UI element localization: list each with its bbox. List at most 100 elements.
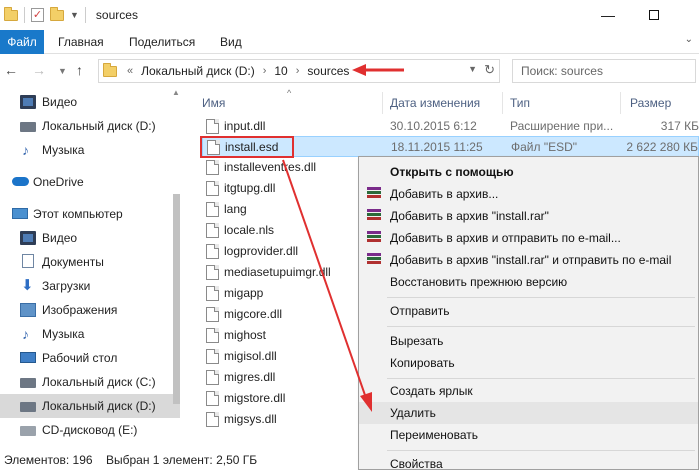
file-name: migcore.dll bbox=[224, 307, 283, 321]
menu-divider bbox=[387, 450, 695, 451]
file-type: Расширение при... bbox=[510, 119, 614, 133]
nav-item-music[interactable]: ♪ Музыка bbox=[0, 322, 180, 346]
nav-item-pictures[interactable]: Изображения bbox=[0, 298, 180, 322]
file-size: 317 КБ bbox=[660, 119, 699, 133]
file-name: input.dll bbox=[224, 119, 266, 133]
breadcrumb-overflow[interactable]: « bbox=[127, 65, 133, 77]
tab-home[interactable]: Главная bbox=[58, 30, 104, 54]
menu-item-install-rar-and-email[interactable]: Добавить в архив "install.rar" и отправи… bbox=[359, 249, 698, 271]
forward-arrow-icon[interactable]: → bbox=[32, 62, 46, 78]
breadcrumb-separator[interactable]: › bbox=[263, 65, 267, 77]
file-icon bbox=[206, 223, 219, 238]
menu-divider bbox=[387, 326, 695, 327]
menu-item-archive-and-email[interactable]: Добавить в архив и отправить по e-mail..… bbox=[359, 227, 698, 249]
nav-item-onedrive[interactable]: OneDrive bbox=[0, 170, 180, 194]
folder-icon[interactable] bbox=[4, 6, 18, 21]
menu-item-create-shortcut[interactable]: Создать ярлык bbox=[359, 380, 698, 402]
address-dropdown-icon[interactable]: ▼ bbox=[468, 64, 477, 74]
divider bbox=[24, 7, 25, 23]
music-icon: ♪ bbox=[22, 326, 29, 342]
music-icon: ♪ bbox=[22, 142, 29, 158]
minimize-icon: — bbox=[601, 7, 615, 23]
tab-view[interactable]: Вид bbox=[220, 30, 242, 54]
nav-item-label: Локальный диск (C:) bbox=[42, 375, 156, 389]
menu-item-open-with[interactable]: Открыть с помощью bbox=[359, 161, 698, 183]
winrar-icon bbox=[367, 253, 381, 267]
file-icon bbox=[206, 181, 219, 196]
file-name: migstore.dll bbox=[224, 391, 286, 405]
annotation-arrow bbox=[352, 64, 404, 76]
expand-ribbon-icon[interactable]: ⌄ bbox=[685, 34, 693, 45]
menu-item-add-to-archive[interactable]: Добавить в архив... bbox=[359, 183, 698, 205]
menu-item-rename[interactable]: Переименовать bbox=[359, 424, 698, 446]
menu-item-label: Добавить в архив... bbox=[390, 187, 499, 201]
navpane-scrollbar-thumb[interactable] bbox=[173, 194, 180, 404]
column-divider[interactable] bbox=[502, 92, 503, 114]
documents-icon bbox=[22, 254, 34, 268]
breadcrumb-10[interactable]: 10 bbox=[274, 64, 287, 78]
recent-locations-icon[interactable]: ▼ bbox=[58, 66, 67, 76]
file-icon bbox=[206, 202, 219, 217]
nav-item-video[interactable]: Видео bbox=[0, 90, 180, 114]
breadcrumb-sources[interactable]: sources bbox=[307, 64, 349, 78]
nav-item-label: Видео bbox=[42, 95, 78, 109]
file-icon bbox=[206, 160, 219, 175]
drive-icon bbox=[20, 402, 36, 412]
breadcrumb-drive-d[interactable]: Локальный диск (D:) bbox=[141, 64, 255, 78]
file-name: itgtupg.dll bbox=[224, 181, 276, 195]
customize-toolbar-icon[interactable]: ▼ bbox=[70, 10, 79, 20]
file-name: logprovider.dll bbox=[224, 244, 299, 258]
nav-item-music[interactable]: ♪ Музыка bbox=[0, 138, 180, 162]
nav-item-video[interactable]: Видео bbox=[0, 226, 180, 250]
column-header-size[interactable]: Размер bbox=[630, 94, 671, 112]
breadcrumb-separator[interactable]: › bbox=[296, 65, 300, 77]
nav-item-desktop[interactable]: Рабочий стол bbox=[0, 346, 180, 370]
menu-item-delete[interactable]: Удалить bbox=[359, 402, 698, 424]
new-folder-icon[interactable] bbox=[50, 6, 64, 21]
drive-icon bbox=[20, 378, 36, 388]
properties-icon[interactable]: ✓ bbox=[31, 8, 44, 22]
search-input[interactable]: Поиск: sources bbox=[512, 59, 696, 83]
nav-item-label: Музыка bbox=[42, 143, 85, 157]
column-divider[interactable] bbox=[382, 92, 383, 114]
menu-item-add-to-install-rar[interactable]: Добавить в архив "install.rar" bbox=[359, 205, 698, 227]
maximize-button[interactable] bbox=[631, 0, 677, 30]
menu-item-send-to[interactable]: Отправить bbox=[359, 300, 698, 322]
nav-item-drive-d[interactable]: Локальный диск (D:) bbox=[0, 114, 180, 138]
nav-item-drive-d-selected[interactable]: Локальный диск (D:) bbox=[0, 394, 180, 418]
menu-item-label: Удалить bbox=[390, 406, 436, 420]
menu-item-properties[interactable]: Свойства bbox=[359, 453, 698, 470]
annotation-highlight-box bbox=[200, 136, 294, 158]
nav-item-label: CD-дисковод (E:) bbox=[42, 423, 138, 437]
column-header-date[interactable]: Дата изменения bbox=[390, 94, 480, 112]
video-icon bbox=[20, 95, 36, 109]
menu-item-copy[interactable]: Копировать bbox=[359, 352, 698, 374]
nav-item-this-pc[interactable]: Этот компьютер bbox=[0, 202, 180, 226]
back-arrow-icon[interactable]: ← bbox=[4, 62, 18, 78]
nav-item-drive-c[interactable]: Локальный диск (C:) bbox=[0, 370, 180, 394]
tab-share[interactable]: Поделиться bbox=[129, 30, 195, 54]
file-icon bbox=[206, 412, 219, 427]
minimize-button[interactable]: — bbox=[585, 0, 631, 30]
menu-item-cut[interactable]: Вырезать bbox=[359, 330, 698, 352]
up-arrow-icon[interactable]: ↑ bbox=[76, 62, 83, 78]
tab-file[interactable]: Файл bbox=[0, 30, 44, 54]
file-row[interactable]: input.dll 30.10.2015 6:12 Расширение при… bbox=[202, 116, 699, 137]
menu-item-restore-previous[interactable]: Восстановить прежнюю версию bbox=[359, 271, 698, 293]
folder-icon bbox=[103, 62, 117, 77]
menu-item-label: Свойства bbox=[390, 457, 443, 470]
nav-item-downloads[interactable]: ⬇ Загрузки bbox=[0, 274, 180, 298]
refresh-icon[interactable]: ↻ bbox=[484, 62, 495, 78]
file-name: migres.dll bbox=[224, 370, 276, 384]
item-count: Элементов: 196 bbox=[4, 453, 93, 467]
nav-item-label: Музыка bbox=[42, 327, 85, 341]
column-header-name[interactable]: Имя bbox=[202, 94, 225, 112]
column-divider[interactable] bbox=[620, 92, 621, 114]
scroll-up-icon[interactable]: ▲ bbox=[172, 88, 180, 97]
nav-item-documents[interactable]: Документы bbox=[0, 250, 180, 274]
address-bar[interactable]: « Локальный диск (D:) › 10 › sources ▼ ↻ bbox=[98, 59, 500, 83]
file-icon bbox=[206, 265, 219, 280]
file-icon bbox=[206, 307, 219, 322]
column-header-type[interactable]: Тип bbox=[510, 94, 530, 112]
nav-item-cd-drive[interactable]: CD-дисковод (E:) bbox=[0, 418, 180, 442]
